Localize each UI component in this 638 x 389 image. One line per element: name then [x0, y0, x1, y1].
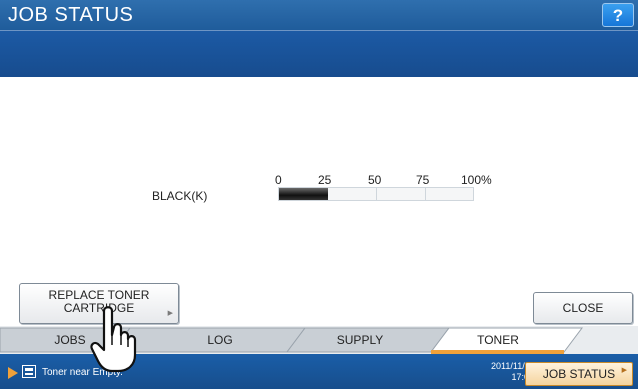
more-arrow-icon: ▶ — [621, 367, 627, 374]
help-button[interactable]: ? — [602, 3, 634, 27]
job-status-button[interactable]: JOB STATUS ▶ — [525, 362, 633, 386]
toner-color-label: BLACK(K) — [152, 189, 208, 203]
tab-supply[interactable]: SUPPLY — [330, 328, 390, 352]
play-icon — [8, 367, 18, 379]
more-arrow-icon: ▶ — [167, 310, 173, 317]
gauge-segment — [377, 188, 426, 200]
scale-label-100: 100% — [461, 173, 492, 187]
close-button[interactable]: CLOSE — [533, 292, 633, 324]
scale-label-50: 50 — [368, 173, 382, 187]
hand-pointer-icon — [90, 306, 137, 373]
scale-label-75: 75 — [416, 173, 430, 187]
toner-level-gauge — [278, 187, 474, 201]
toner-level-fill — [279, 188, 328, 200]
gauge-segment — [426, 188, 473, 200]
scale-label-0: 0 — [275, 173, 282, 187]
scale-label-25: 25 — [318, 173, 332, 187]
job-status-label: JOB STATUS — [542, 367, 616, 381]
tab-log[interactable]: LOG — [190, 328, 250, 352]
gauge-segment — [328, 188, 377, 200]
sub-header-bar — [0, 30, 638, 77]
page-title: JOB STATUS — [8, 4, 134, 26]
tab-toner[interactable]: TONER — [468, 328, 528, 352]
title-bar: JOB STATUS ? — [0, 0, 638, 30]
printer-icon — [22, 365, 36, 378]
